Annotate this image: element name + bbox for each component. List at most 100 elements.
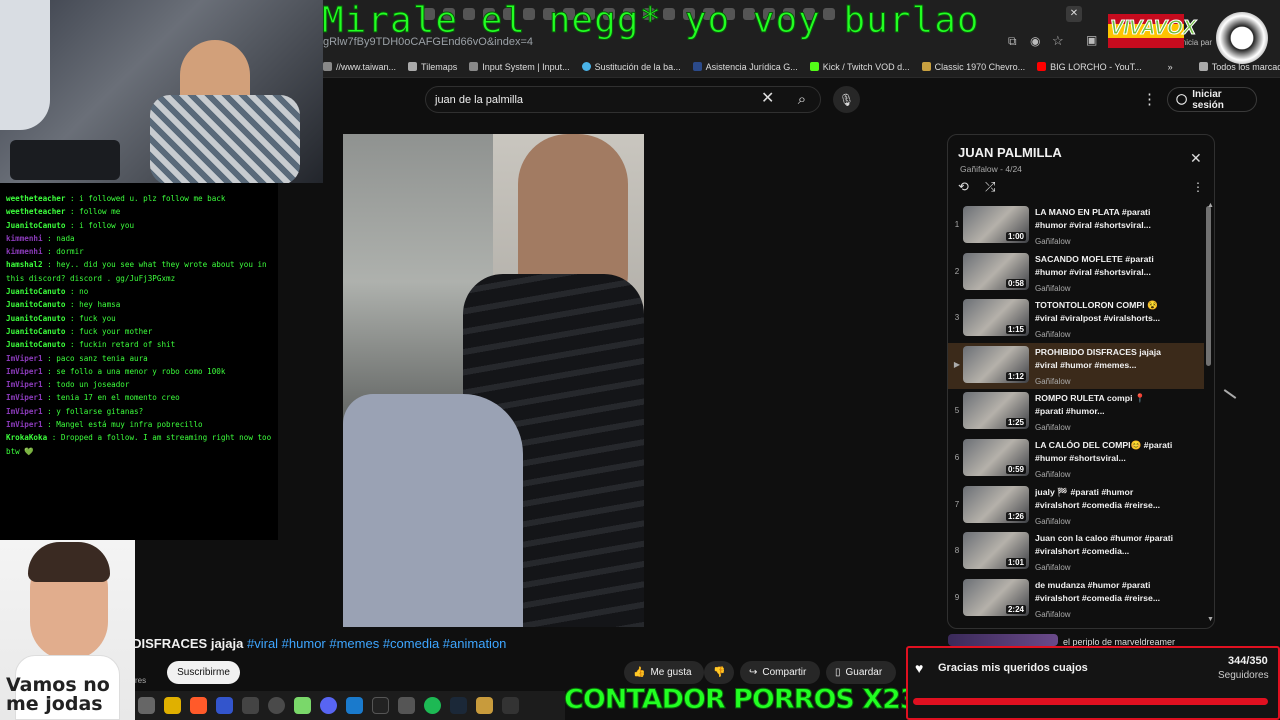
site-icon <box>581 62 591 71</box>
playlist-item-title[interactable]: LA MANO EN PLATA #parati #humor #viral #… <box>1035 206 1175 233</box>
playlist-item-channel[interactable]: Gañifalow <box>1035 563 1071 572</box>
cast-icon[interactable]: ⧉ <box>1008 34 1017 49</box>
bookmark-item[interactable]: Input System | Input... <box>469 62 570 72</box>
vscode-icon[interactable] <box>346 697 363 714</box>
playlist-item-title[interactable]: LA CALÓO DEL COMPI😊 #parati #humor #shor… <box>1035 439 1175 466</box>
account-icon: ◯ <box>1176 94 1188 105</box>
playlist-item-title[interactable]: Juan con la caloo #humor #parati #virals… <box>1035 532 1175 559</box>
discord-icon[interactable] <box>320 697 337 714</box>
save-button[interactable]: ▯ Guardar <box>826 661 896 684</box>
loop-icon[interactable]: ⟲ <box>958 179 969 195</box>
playlist-item-title[interactable]: PROHIBIDO DISFRACES jajaja #viral #humor… <box>1035 346 1175 373</box>
video-thumbnail[interactable]: 1:15 <box>963 299 1029 337</box>
playlist-item[interactable]: 9 2:24 de mudanza #humor #parati #viralsho… <box>948 576 1204 622</box>
mic-icon[interactable]: 🎙 <box>833 86 860 113</box>
bookmark-item[interactable]: Kick / Twitch VOD d... <box>809 62 910 72</box>
file-explorer-icon[interactable] <box>164 697 181 714</box>
playlist-item[interactable]: 6 0:59 LA CALÓO DEL COMPI😊 #parati #humor … <box>948 436 1204 482</box>
subscribe-button[interactable]: Suscribirme <box>167 661 240 684</box>
video-thumbnail[interactable]: 1:00 <box>963 206 1029 243</box>
playlist-item-channel[interactable]: Gañifalow <box>1035 610 1071 619</box>
playlist-item[interactable]: 8 1:01 Juan con la caloo #humor #parati #v… <box>948 529 1204 575</box>
playlist-item-title[interactable]: TOTONTOLLORON COMPI 😵 #viral #viralpost … <box>1035 299 1175 326</box>
webcam-feed <box>0 0 323 183</box>
bookmark-item[interactable]: BIG LORCHO - YouT... <box>1037 62 1142 72</box>
video-thumbnail[interactable]: 1:26 <box>963 485 1029 523</box>
eye-icon[interactable]: ◉ <box>1030 34 1040 48</box>
playlist-item-channel[interactable]: Gañifalow <box>1035 377 1071 386</box>
league-icon[interactable] <box>476 697 493 714</box>
playlist-item-channel[interactable]: Gañifalow <box>1035 423 1071 432</box>
playlist-item-title[interactable]: de mudanza #humor #parati #viralshort #c… <box>1035 579 1175 606</box>
bookmark-item[interactable]: Sustitución de la ba... <box>581 62 681 72</box>
playlist-item[interactable]: ▶ 1:12 PROHIBIDO DISFRACES jajaja #viral #… <box>948 342 1204 389</box>
duration-badge: 1:26 <box>1005 511 1026 521</box>
playlist-item[interactable]: 7 1:26 jualy 🏁 #parati #humor #viralshort … <box>948 483 1204 529</box>
signin-button[interactable]: ◯ Iniciar sesión <box>1167 87 1257 112</box>
unity-icon[interactable] <box>398 697 415 714</box>
bookmark-item[interactable]: Tilemaps <box>408 62 457 72</box>
dislike-button[interactable]: 👎 <box>704 661 734 684</box>
video-thumbnail[interactable]: 0:58 <box>963 252 1029 290</box>
video-thumbnail[interactable]: 0:59 <box>963 439 1029 476</box>
playlist-item-channel[interactable]: Gañifalow <box>1035 470 1071 479</box>
playlist-item[interactable]: 5 1:25 ROMPO RULETA compi 📍 #parati #humor… <box>948 389 1204 435</box>
video-tags[interactable]: #viral #humor #memes #comedia #animation <box>247 636 506 651</box>
steam-icon[interactable] <box>450 697 467 714</box>
app-icon[interactable] <box>242 697 259 714</box>
playlist-item-channel[interactable]: Gañifalow <box>1035 284 1071 293</box>
scroll-down-icon[interactable]: ▼ <box>1207 616 1214 623</box>
playlist-item-title[interactable]: SACANDO MOFLETE #parati #humor #viral #s… <box>1035 253 1175 280</box>
next-video-thumbnail[interactable] <box>948 634 1058 646</box>
goal-progress-bar <box>913 698 1268 705</box>
chat-message: JuanitoCanuto : fuck you <box>6 313 116 323</box>
scroll-up-icon[interactable]: ▲ <box>1207 202 1214 209</box>
playlist-title[interactable]: JUAN PALMILLA <box>958 145 1062 160</box>
spotify-icon[interactable] <box>424 697 441 714</box>
shuffle-icon[interactable]: ⤮ <box>985 179 995 195</box>
search-button[interactable]: ⌕ <box>781 86 823 113</box>
playlist-item-channel[interactable]: Gañifalow <box>1035 517 1071 526</box>
bookmark-item[interactable]: //www.taiwan... <box>323 62 396 72</box>
close-tab-icon[interactable]: ✕ <box>1066 6 1082 22</box>
bookmarks-more[interactable]: » <box>1168 62 1173 72</box>
playlist-scrollbar[interactable] <box>1206 206 1211 366</box>
playlist-item-title[interactable]: jualy 🏁 #parati #humor #viralshort #come… <box>1035 486 1175 513</box>
video-thumbnail[interactable]: 1:01 <box>963 532 1029 570</box>
video-thumbnail[interactable]: 2:24 <box>963 578 1029 616</box>
clear-search-icon[interactable]: ✕ <box>761 88 774 108</box>
bookmark-item[interactable]: Asistencia Jurídica G... <box>692 62 798 72</box>
video-thumbnail[interactable]: 1:25 <box>963 392 1029 430</box>
app-icon[interactable] <box>216 697 233 714</box>
share-button[interactable]: ↪ Compartir <box>740 661 820 684</box>
chat-text: tenia 17 en el momento creo <box>56 393 180 403</box>
video-thumbnail[interactable]: 1:12 <box>963 345 1029 383</box>
playlist-item[interactable]: 3 1:15 TOTONTOLLORON COMPI 😵 #viral #viral… <box>948 296 1204 342</box>
chat-message: JuanitoCanuto : fuck your mother <box>6 326 153 336</box>
app-icon[interactable] <box>294 697 311 714</box>
terminal-icon[interactable] <box>502 697 519 714</box>
app-icon[interactable] <box>372 697 389 714</box>
playlist-item[interactable]: 2 0:58 SACANDO MOFLETE #parati #humor #vir… <box>948 250 1204 296</box>
more-options-icon[interactable]: ⋮ <box>1142 90 1157 108</box>
app-icon[interactable] <box>138 697 155 714</box>
playlist-item-channel[interactable]: Gañifalow <box>1035 330 1071 339</box>
video-player[interactable] <box>343 134 644 627</box>
duration-badge: 2:24 <box>1005 604 1026 614</box>
chat-message: ImViper1 : paco sanz tenia aura <box>6 353 148 363</box>
chat-message: KrokaKoka : Dropped a follow. I am strea… <box>6 433 272 456</box>
close-icon[interactable]: ✕ <box>1190 150 1202 167</box>
more-options-icon[interactable]: ⋮ <box>1192 180 1204 194</box>
playlist-index: 3 <box>954 313 960 323</box>
star-icon[interactable]: ☆ <box>1052 33 1064 49</box>
bookmark-item[interactable]: Classic 1970 Chevro... <box>921 62 1025 72</box>
app-icon[interactable] <box>190 697 207 714</box>
like-button[interactable]: 👍 Me gusta <box>624 661 704 684</box>
playlist-item-title[interactable]: ROMPO RULETA compi 📍 #parati #humor... <box>1035 392 1175 419</box>
bookmark-icon: ▯ <box>835 667 841 678</box>
playlist-item-channel[interactable]: Gañifalow <box>1035 237 1071 246</box>
extensions-icon[interactable]: ▣ <box>1086 33 1097 47</box>
playlist-item[interactable]: 1 1:00 LA MANO EN PLATA #parati #humor #vi… <box>948 203 1204 249</box>
heart-hands-icon: ♥ <box>915 660 924 676</box>
chrome-icon[interactable] <box>268 697 285 714</box>
